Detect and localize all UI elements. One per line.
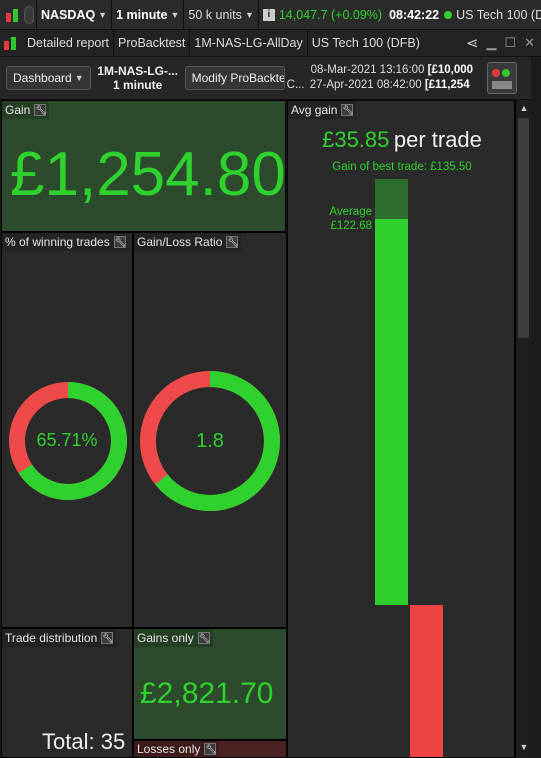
modify-probacktest-button[interactable]: Modify ProBackte [184, 66, 285, 90]
losses-only-panel: Losses only 🔧︎ [133, 740, 287, 758]
average-label-title: Average [329, 206, 372, 218]
chevron-down-icon: ▼ [170, 9, 180, 20]
price-value: 14,047.7 (+0.09%) [278, 7, 383, 22]
average-label-value: £122.68 [330, 220, 372, 232]
average-gain-bar [375, 219, 408, 605]
wrench-icon[interactable]: 🔧︎ [101, 632, 114, 644]
timeframe-selector[interactable]: 1 minute ▼ [112, 0, 185, 29]
dashboard-button[interactable]: Dashboard ▼ [6, 66, 91, 90]
winning-trades-panel: % of winning trades 🔧︎ 65.71% [1, 232, 133, 628]
right-edge-chart [531, 57, 541, 758]
maximize-icon[interactable]: ☐ [504, 35, 516, 51]
date-start: 08-Mar-2021 13:16:00 [310, 64, 425, 76]
scroll-down-icon[interactable]: ▼ [516, 742, 532, 752]
scroll-thumb[interactable] [518, 118, 529, 338]
platform-logo [0, 0, 37, 29]
gain-loss-ratio-panel: Gain/Loss Ratio 🔧︎ 1.8 [133, 232, 287, 628]
panel-header: Trade distribution 🔧︎ [2, 629, 117, 647]
gains-value: £2,821.70 [140, 677, 274, 710]
clock: 08:42:22 [386, 0, 442, 29]
best-trade-bar [375, 179, 408, 219]
close-icon[interactable]: ✕ [524, 35, 535, 51]
panel-header: Gain 🔧︎ [2, 101, 50, 119]
gains-title: Gains only [137, 631, 194, 645]
avg-gain-value: £35.85 [322, 127, 390, 152]
report-controls: Dashboard ▼ 1M-NAS-LG-... 1 minute Modif… [0, 57, 541, 100]
system-name: 1M-NAS-LG-... [97, 64, 178, 78]
gains-only-panel: Gains only 🔧︎ £2,821.70 [133, 628, 287, 740]
timeframe-label: 1 minute [116, 7, 168, 22]
instrument-label: NASDAQ [41, 7, 96, 22]
info-icon[interactable]: i [262, 8, 275, 21]
wrench-icon[interactable]: 🔧︎ [197, 632, 210, 644]
total-value: 35 [100, 729, 126, 754]
candlestick-icon [5, 7, 21, 23]
average-loss-bar [410, 605, 443, 757]
best-trade-label: Gain of best trade: £135.50 [332, 161, 472, 173]
time-value: 08:42:22 [389, 7, 440, 22]
minimize-icon[interactable]: ▁ [486, 35, 496, 51]
panel-header: Avg gain 🔧︎ [288, 101, 357, 119]
wrench-icon[interactable]: 🔧︎ [34, 104, 47, 116]
avg-gain-unit: per trade [393, 127, 482, 152]
instrument-selector[interactable]: NASDAQ ▼ [37, 0, 113, 29]
share-icon[interactable]: ⋖ [466, 34, 479, 52]
system-info: 1M-NAS-LG-... 1 minute [97, 64, 179, 92]
chevron-down-icon: ▼ [244, 9, 254, 20]
trade-distribution-panel: Trade distribution 🔧︎ Total: 35 [1, 628, 133, 758]
main-toolbar: NASDAQ ▼ 1 minute ▼ 50 k units ▼ i 14,04… [0, 0, 541, 30]
units-selector[interactable]: 50 k units ▼ [184, 0, 259, 29]
wrench-icon[interactable]: 🔧︎ [204, 743, 217, 755]
ratio-value: 1.8 [196, 430, 224, 452]
c-label: C... [286, 79, 305, 91]
window-controls: ⋖ ▁ ☐ ✕ [466, 34, 541, 52]
gain-value: £1,254.80 [10, 140, 286, 209]
losses-title: Losses only [137, 742, 201, 756]
date-end: 27-Apr-2021 08:42:00 [309, 79, 422, 91]
tab-detailed-report[interactable]: Detailed report [23, 30, 114, 56]
capital-end: [£11,254 [424, 79, 470, 91]
panel-header: Losses only 🔧︎ [134, 741, 220, 757]
distribution-title: Trade distribution [5, 631, 98, 645]
wrench-icon[interactable]: 🔧︎ [341, 104, 354, 116]
chevron-down-icon: ▼ [74, 73, 84, 83]
gain-panel: Gain 🔧︎ £1,254.80 [1, 100, 286, 232]
modify-label: Modify ProBackte [191, 71, 285, 85]
winning-value: 65.71% [36, 430, 98, 450]
chevron-down-icon: ▼ [98, 9, 108, 20]
avg-gain-panel: Avg gain 🔧︎ £35.85 per trade Gain of bes… [287, 100, 515, 758]
market-open-icon [444, 10, 453, 19]
vertical-scrollbar[interactable]: ▲ ▼ [515, 100, 531, 758]
total-label: Total: [42, 729, 95, 754]
average-label: Average £122.68 [308, 205, 372, 233]
market-status: US Tech 100 (DFB [442, 0, 541, 29]
units-label: 50 k units [188, 7, 242, 22]
tab-instrument[interactable]: US Tech 100 (DFB) [308, 30, 424, 56]
capital-start: [£10,000 [427, 64, 474, 76]
chart-settings-icon[interactable] [486, 62, 517, 94]
avg-gain-headline: £35.85 per trade [288, 127, 514, 153]
window-tabbar: Detailed report ProBacktest 1M-NAS-LG-Al… [0, 30, 541, 57]
total-trades: Total: 35 [42, 729, 125, 755]
toggle-icon[interactable] [24, 5, 34, 24]
tab-system[interactable]: 1M-NAS-LG-AllDay [190, 30, 308, 56]
avg-title: Avg gain [291, 103, 338, 117]
date-range: 08-Mar-2021 13:16:00 [£10,000 C... 27-Ap… [287, 63, 483, 93]
tab-probacktest[interactable]: ProBacktest [114, 30, 191, 56]
dashboard-label: Dashboard [13, 71, 72, 85]
price-readout: i 14,047.7 (+0.09%) [259, 0, 386, 29]
market-name: US Tech 100 (DFB [456, 7, 541, 22]
candlestick-icon [3, 35, 19, 51]
gain-title: Gain [5, 103, 31, 117]
scroll-up-icon[interactable]: ▲ [516, 103, 532, 113]
system-timeframe: 1 minute [112, 78, 163, 92]
panel-header: Gains only 🔧︎ [134, 629, 213, 647]
